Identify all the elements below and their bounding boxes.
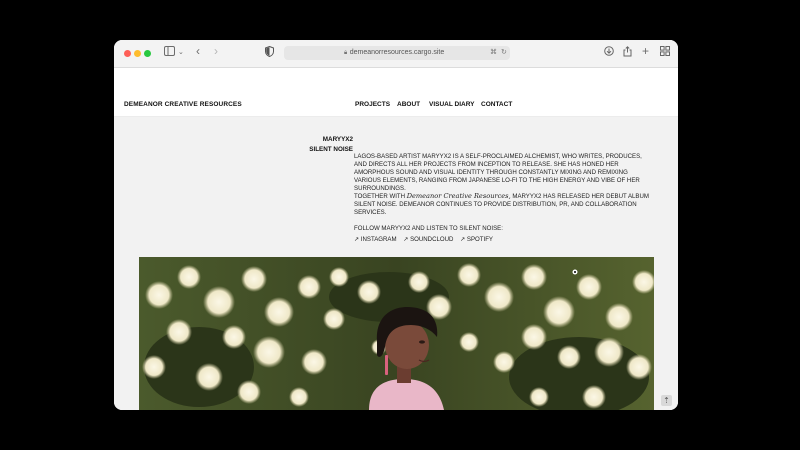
nav-about[interactable]: ABOUT bbox=[397, 101, 420, 108]
browser-toolbar: ⌄ ‹ › 🔒︎ demeanorresources.cargo.site ⌘ … bbox=[114, 40, 678, 68]
reload-icon[interactable]: ↻ bbox=[501, 46, 507, 60]
intro-paragraph: LAGOS-BASED ARTIST MARYYX2 IS A SELF-PRO… bbox=[354, 153, 642, 192]
artist-name: MARYYX2 bbox=[322, 136, 353, 143]
forward-icon[interactable]: › bbox=[214, 44, 218, 58]
back-icon[interactable]: ‹ bbox=[196, 44, 200, 58]
download-icon[interactable] bbox=[604, 46, 614, 61]
site-header: DEMEANOR CREATIVE RESOURCES PROJECTS ABO… bbox=[114, 68, 678, 117]
social-links: ↗ INSTAGRAM ↗ SOUNDCLOUD ↗ SPOTIFY bbox=[354, 236, 498, 243]
nav-projects[interactable]: PROJECTS bbox=[355, 101, 390, 108]
follow-text: FOLLOW MARYYX2 AND LISTEN TO SILENT NOIS… bbox=[354, 225, 503, 232]
plus-icon[interactable]: + bbox=[642, 44, 649, 58]
demeanor-script-name: Demeanor Creative Resources, bbox=[406, 192, 511, 200]
address-bar[interactable]: 🔒︎ demeanorresources.cargo.site ⌘ ↻ bbox=[284, 46, 510, 60]
nav-contact[interactable]: CONTACT bbox=[481, 101, 512, 108]
share-icon[interactable] bbox=[623, 46, 632, 62]
sidebar-icon[interactable] bbox=[164, 46, 175, 61]
close-window-button[interactable] bbox=[124, 50, 131, 57]
release-title: SILENT NOISE bbox=[309, 146, 353, 153]
tab-overview-icon[interactable] bbox=[660, 46, 670, 61]
together-paragraph: TOGETHER WITH Demeanor Creative Resource… bbox=[354, 192, 654, 217]
spotify-link[interactable]: ↗ SPOTIFY bbox=[460, 236, 493, 243]
artist-photo-image bbox=[139, 257, 654, 410]
soundcloud-link[interactable]: ↗ SOUNDCLOUD bbox=[403, 236, 453, 243]
nav-visual-diary[interactable]: VISUAL DIARY bbox=[429, 101, 475, 108]
address-text: demeanorresources.cargo.site bbox=[349, 49, 445, 56]
translate-icon[interactable]: ⌘ bbox=[490, 46, 497, 60]
project-content: MARYYX2 SILENT NOISE LAGOS-BASED ARTIST … bbox=[114, 117, 678, 410]
together-prefix: TOGETHER WITH bbox=[354, 193, 406, 200]
artist-photo bbox=[139, 257, 654, 410]
zoom-window-button[interactable] bbox=[144, 50, 151, 57]
shield-icon[interactable] bbox=[265, 45, 274, 62]
minimize-window-button[interactable] bbox=[134, 50, 141, 57]
scroll-to-top-button[interactable]: ⇡ bbox=[661, 395, 672, 406]
chevron-down-icon[interactable]: ⌄ bbox=[178, 46, 184, 60]
instagram-link[interactable]: ↗ INSTAGRAM bbox=[354, 236, 397, 243]
browser-window: ⌄ ‹ › 🔒︎ demeanorresources.cargo.site ⌘ … bbox=[114, 40, 678, 410]
site-brand[interactable]: DEMEANOR CREATIVE RESOURCES bbox=[124, 101, 242, 108]
